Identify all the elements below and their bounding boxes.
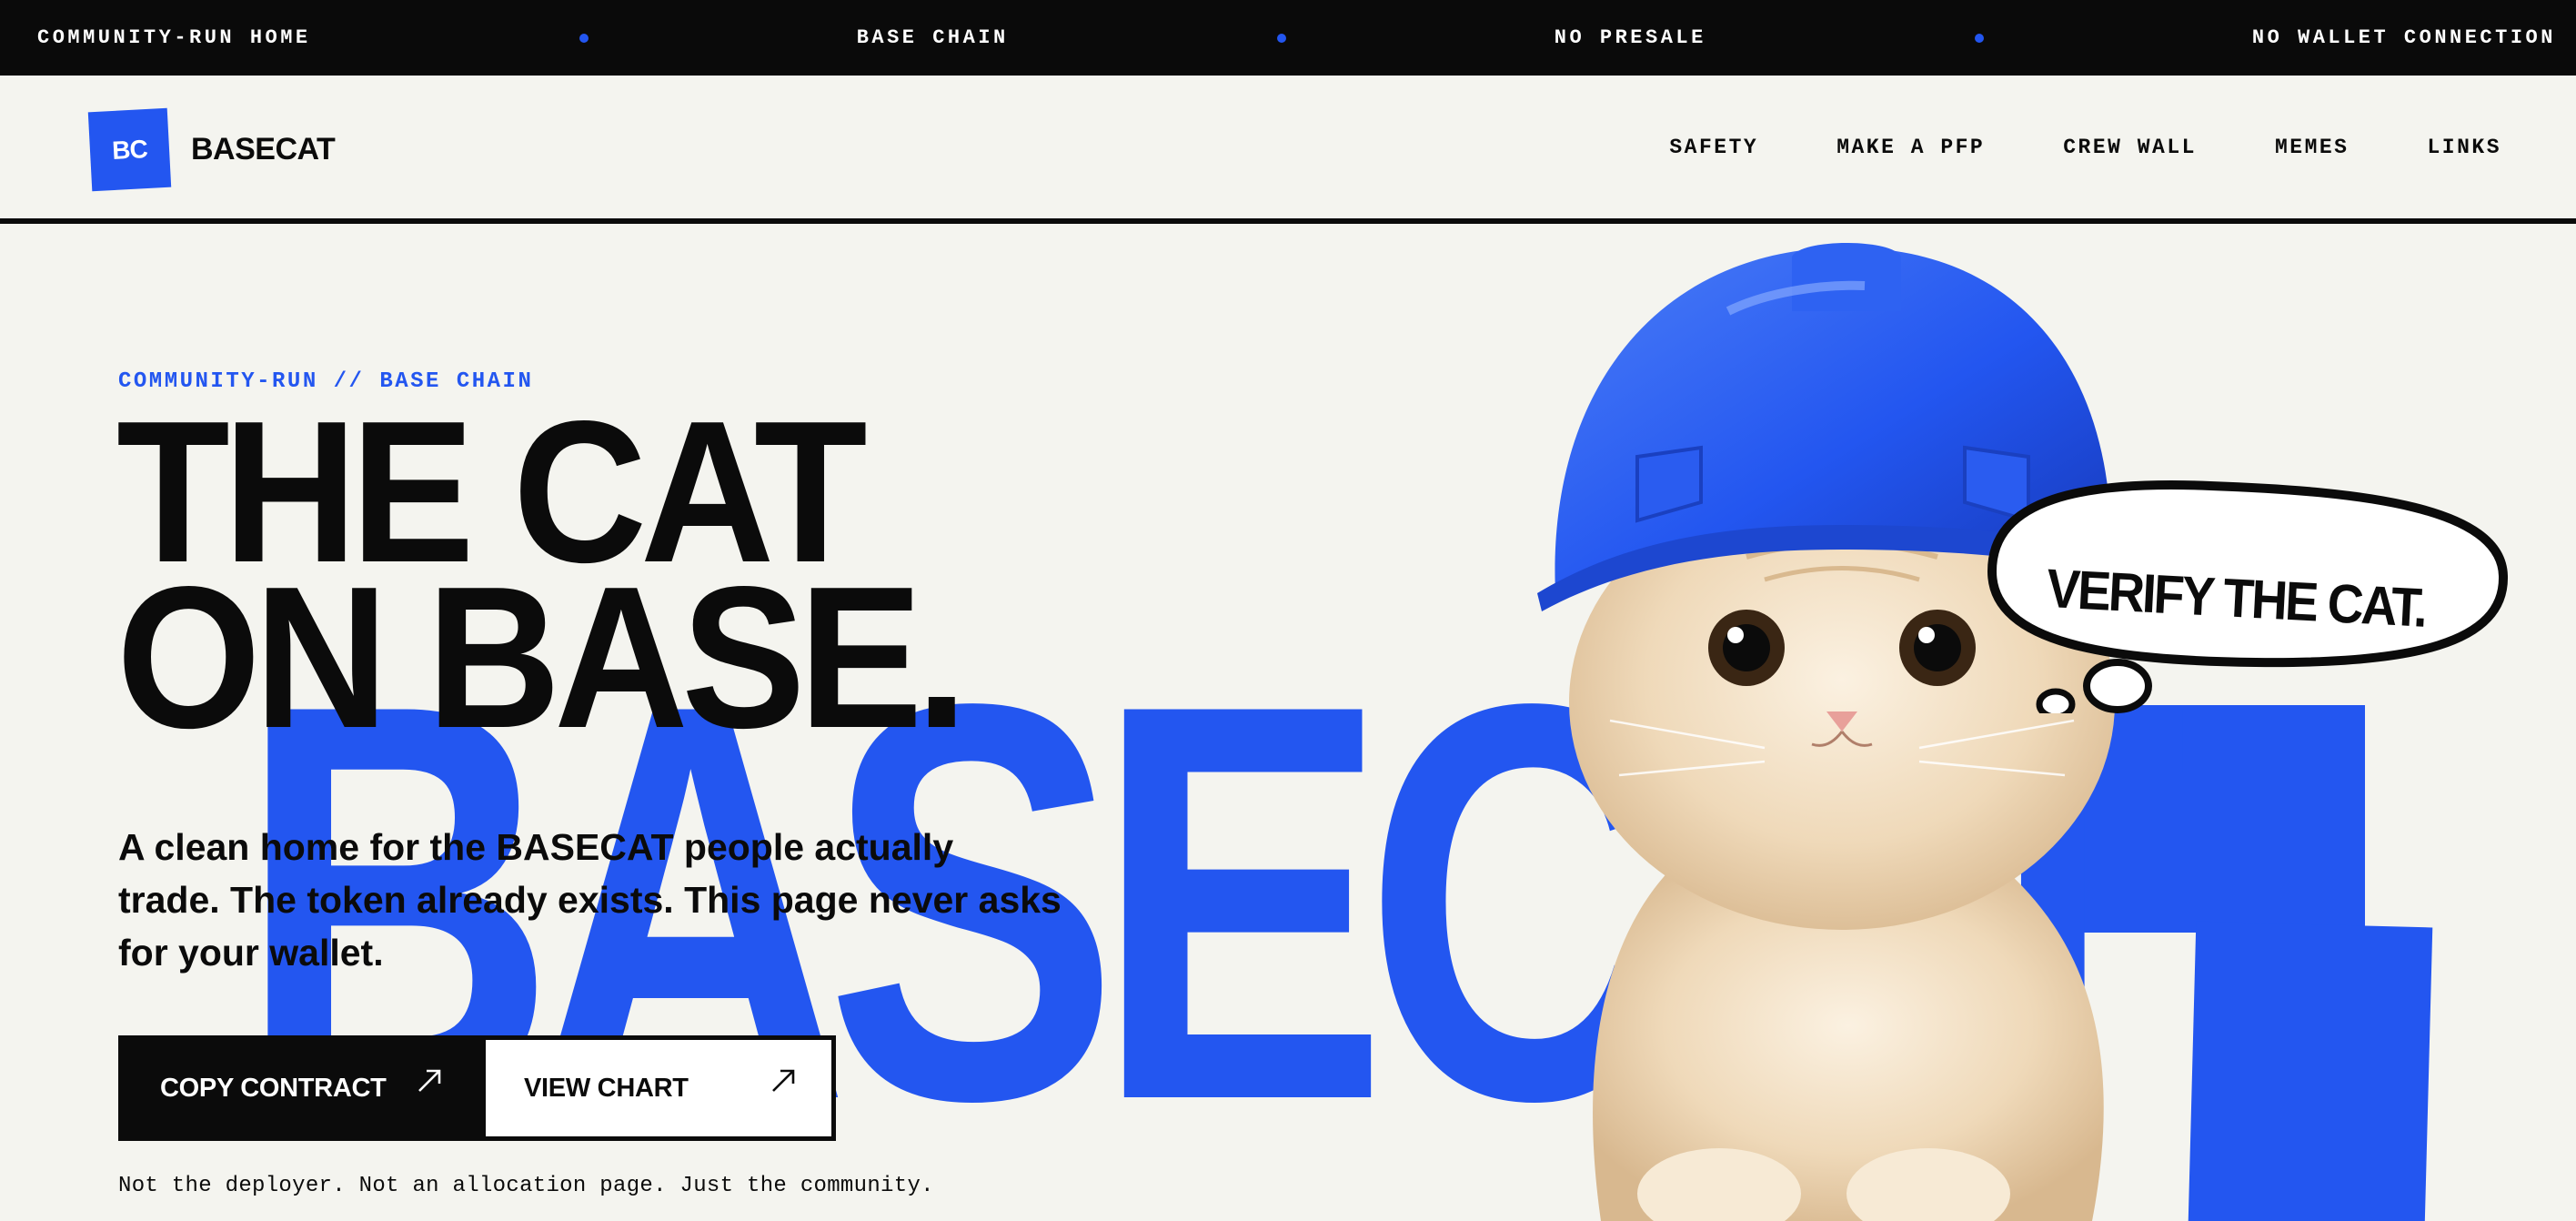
arrow-up-right-icon	[418, 1069, 441, 1092]
nav-link-memes[interactable]: MEMES	[2275, 136, 2350, 159]
ticker-dot-icon	[579, 33, 589, 43]
background-word-shape	[2188, 921, 2433, 1221]
ticker-item: BASE CHAIN	[856, 26, 1009, 49]
nav-link-safety[interactable]: SAFETY	[1669, 136, 1758, 159]
ticker-dot-icon	[1276, 33, 1286, 43]
arrow-up-right-icon	[772, 1069, 795, 1092]
hero-headline: THE CAT ON BASE.	[116, 391, 968, 771]
site-header: BC BASECAT SAFETY MAKE A PFP CREW WALL M…	[0, 76, 2576, 224]
main-nav: SAFETY MAKE A PFP CREW WALL MEMES LINKS	[1591, 136, 2501, 159]
ticker-dot-icon	[1974, 33, 1984, 43]
view-chart-button[interactable]: VIEW CHART	[481, 1035, 836, 1141]
copy-contract-button[interactable]: COPY CONTRACT	[118, 1035, 482, 1141]
nav-link-crew-wall[interactable]: CREW WALL	[2063, 136, 2197, 159]
disclaimer-note: Not the deployer. Not an allocation page…	[118, 1174, 934, 1198]
hero-section: BASECAT COMMUNITY-RUN // BASE CHAIN THE …	[0, 229, 2576, 1221]
hero-subtitle: A clean home for the BASECAT people actu…	[118, 826, 1062, 974]
copy-contract-label: COPY CONTRACT	[160, 1073, 387, 1103]
view-chart-label: VIEW CHART	[524, 1073, 689, 1103]
announcement-ticker: COMMUNITY-RUN HOME BASE CHAIN NO PRESALE…	[0, 0, 2576, 76]
ticker-item: NO WALLET CONNECTION	[2251, 26, 2556, 49]
nav-link-links[interactable]: LINKS	[2427, 136, 2501, 159]
logo-mark[interactable]: BC	[87, 107, 172, 192]
ticker-item: NO PRESALE	[1554, 26, 1706, 49]
cat-hardhat-illustration	[1537, 243, 2119, 1221]
ticker-item: COMMUNITY-RUN HOME	[37, 26, 311, 49]
headline-line: ON BASE.	[116, 545, 968, 771]
logo-text[interactable]: BASECAT	[191, 132, 336, 167]
nav-link-make-a-pfp[interactable]: MAKE A PFP	[1836, 136, 1985, 159]
